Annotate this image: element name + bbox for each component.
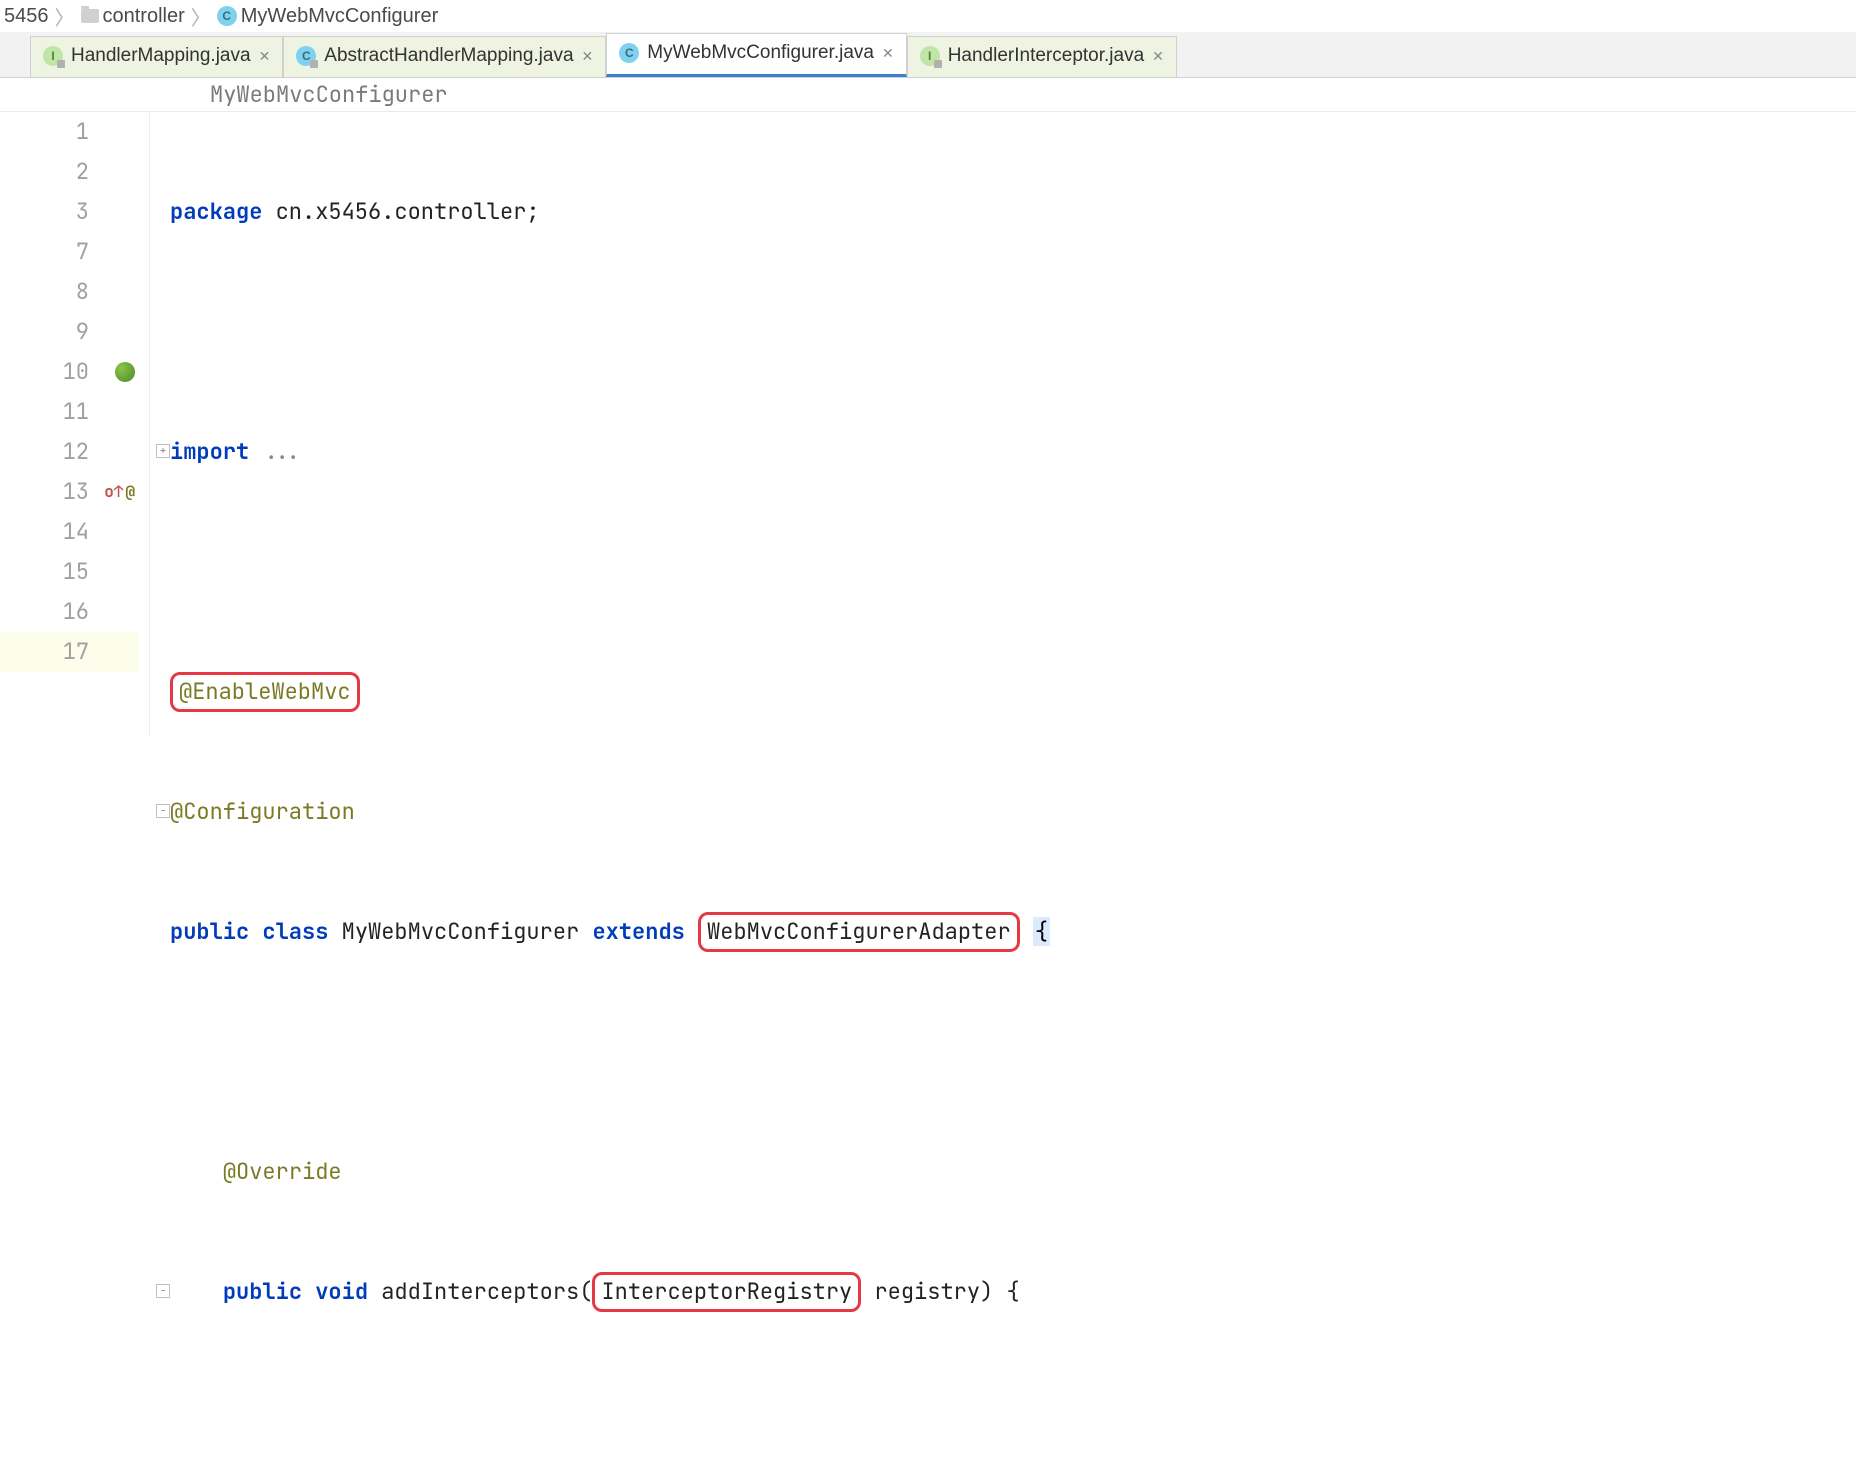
line-number: 12 [0,432,139,472]
line-number: 8 [0,272,139,312]
line-number: 14 [0,512,139,552]
line-number: 10 [0,352,139,392]
tab-handler-interceptor[interactable]: I HandlerInterceptor.java ✕ [907,36,1177,77]
annotation: @Override [223,1157,342,1186]
package-name: cn.x5456.controller; [262,197,539,226]
spring-bean-icon[interactable] [115,362,135,382]
highlight-box: InterceptorRegistry [592,1272,861,1312]
fold-icon[interactable]: − [156,804,170,818]
keyword: class [262,917,328,946]
tab-abstract-handler-mapping[interactable]: C AbstractHandlerMapping.java ✕ [283,36,606,77]
class-icon: C [217,6,237,26]
breadcrumb-sep-icon: 〉 [55,2,75,31]
close-icon[interactable]: ✕ [582,48,594,65]
annotation: @Configuration [170,797,355,826]
line-number: 17 [0,632,139,672]
tab-label: AbstractHandlerMapping.java [324,45,573,67]
line-number: 1 [0,112,139,152]
param-type: InterceptorRegistry [601,1277,852,1306]
keyword: public [223,1277,302,1306]
close-icon[interactable]: ✕ [259,48,271,65]
editor-context: MyWebMvcConfigurer [0,78,1856,112]
keyword: extends [592,917,684,946]
code-line[interactable]: −@Configuration [170,792,1856,832]
interface-icon: I [43,46,63,66]
code-editor[interactable]: 1 2 3 7 8 9 10 11 12 13 o↑ @ 14 15 16 17… [0,112,1856,736]
close-icon[interactable]: ✕ [882,45,894,62]
gutter: 1 2 3 7 8 9 10 11 12 13 o↑ @ 14 15 16 17 [0,112,150,736]
code-line[interactable]: − public void addInterceptors(Intercepto… [170,1272,1856,1312]
tab-handler-mapping[interactable]: I HandlerMapping.java ✕ [30,36,283,77]
line-number: 2 [0,152,139,192]
class-name: MyWebMvcConfigurer [328,917,592,946]
code-line[interactable]: +import ... [170,432,1856,472]
code-line[interactable] [170,1392,1856,1432]
highlight-box: @EnableWebMvc [170,672,360,712]
breadcrumb-sep-icon: 〉 [191,2,211,31]
code-line[interactable]: package cn.x5456.controller; [170,192,1856,232]
line-number: 15 [0,552,139,592]
annotation: @EnableWebMvc [179,677,351,706]
class-icon: C [619,43,639,63]
code-line[interactable] [170,1032,1856,1072]
line-number: 13 o↑ @ [0,472,139,512]
breadcrumb-folder-label: controller [103,5,185,28]
line-number: 3 [0,192,139,232]
code-line[interactable] [170,312,1856,352]
tab-my-web-mvc-configurer[interactable]: C MyWebMvcConfigurer.java ✕ [606,33,906,77]
context-label: MyWebMvcConfigurer [210,80,448,109]
tab-label: HandlerInterceptor.java [948,45,1144,67]
interface-icon: I [920,46,940,66]
breadcrumb: 5456 〉 controller 〉 C MyWebMvcConfigurer [0,0,1856,32]
keyword: public [170,917,249,946]
line-number: 9 [0,312,139,352]
method-name: addInterceptors( [368,1277,592,1306]
breadcrumb-folder[interactable]: controller [81,5,185,28]
brace: { [1033,917,1050,946]
breadcrumb-root[interactable]: 5456 [4,5,49,28]
override-icon[interactable]: o↑ [104,472,123,512]
class-icon: C [296,46,316,66]
line-number: 11 [0,392,139,432]
fold-icon[interactable]: + [156,444,170,458]
breadcrumb-root-label: 5456 [4,5,49,28]
breadcrumb-class-label: MyWebMvcConfigurer [241,5,438,28]
keyword: package [170,197,262,226]
folder-icon [81,9,99,23]
code-line[interactable] [170,552,1856,592]
code-line[interactable]: @EnableWebMvc [170,672,1856,712]
close-icon[interactable]: ✕ [1152,48,1164,65]
keyword: void [315,1277,368,1306]
fold-icon[interactable]: − [156,1284,170,1298]
superclass-name: WebMvcConfigurerAdapter [707,917,1011,946]
line-number: 16 [0,592,139,632]
code-line[interactable]: @Override [170,1152,1856,1192]
breadcrumb-class[interactable]: C MyWebMvcConfigurer [217,5,438,28]
line-number: 7 [0,232,139,272]
folded-text[interactable]: ... [249,437,302,466]
param-rest: registry) { [861,1277,1019,1306]
code-line[interactable]: public class MyWebMvcConfigurer extends … [170,912,1856,952]
tab-label: MyWebMvcConfigurer.java [647,42,874,64]
tab-label: HandlerMapping.java [71,45,251,67]
annotation-icon[interactable]: @ [125,472,135,512]
highlight-box: WebMvcConfigurerAdapter [698,912,1020,952]
code-area[interactable]: package cn.x5456.controller; +import ...… [150,112,1856,736]
keyword: import [170,437,249,466]
editor-tabs: I HandlerMapping.java ✕ C AbstractHandle… [0,32,1856,78]
